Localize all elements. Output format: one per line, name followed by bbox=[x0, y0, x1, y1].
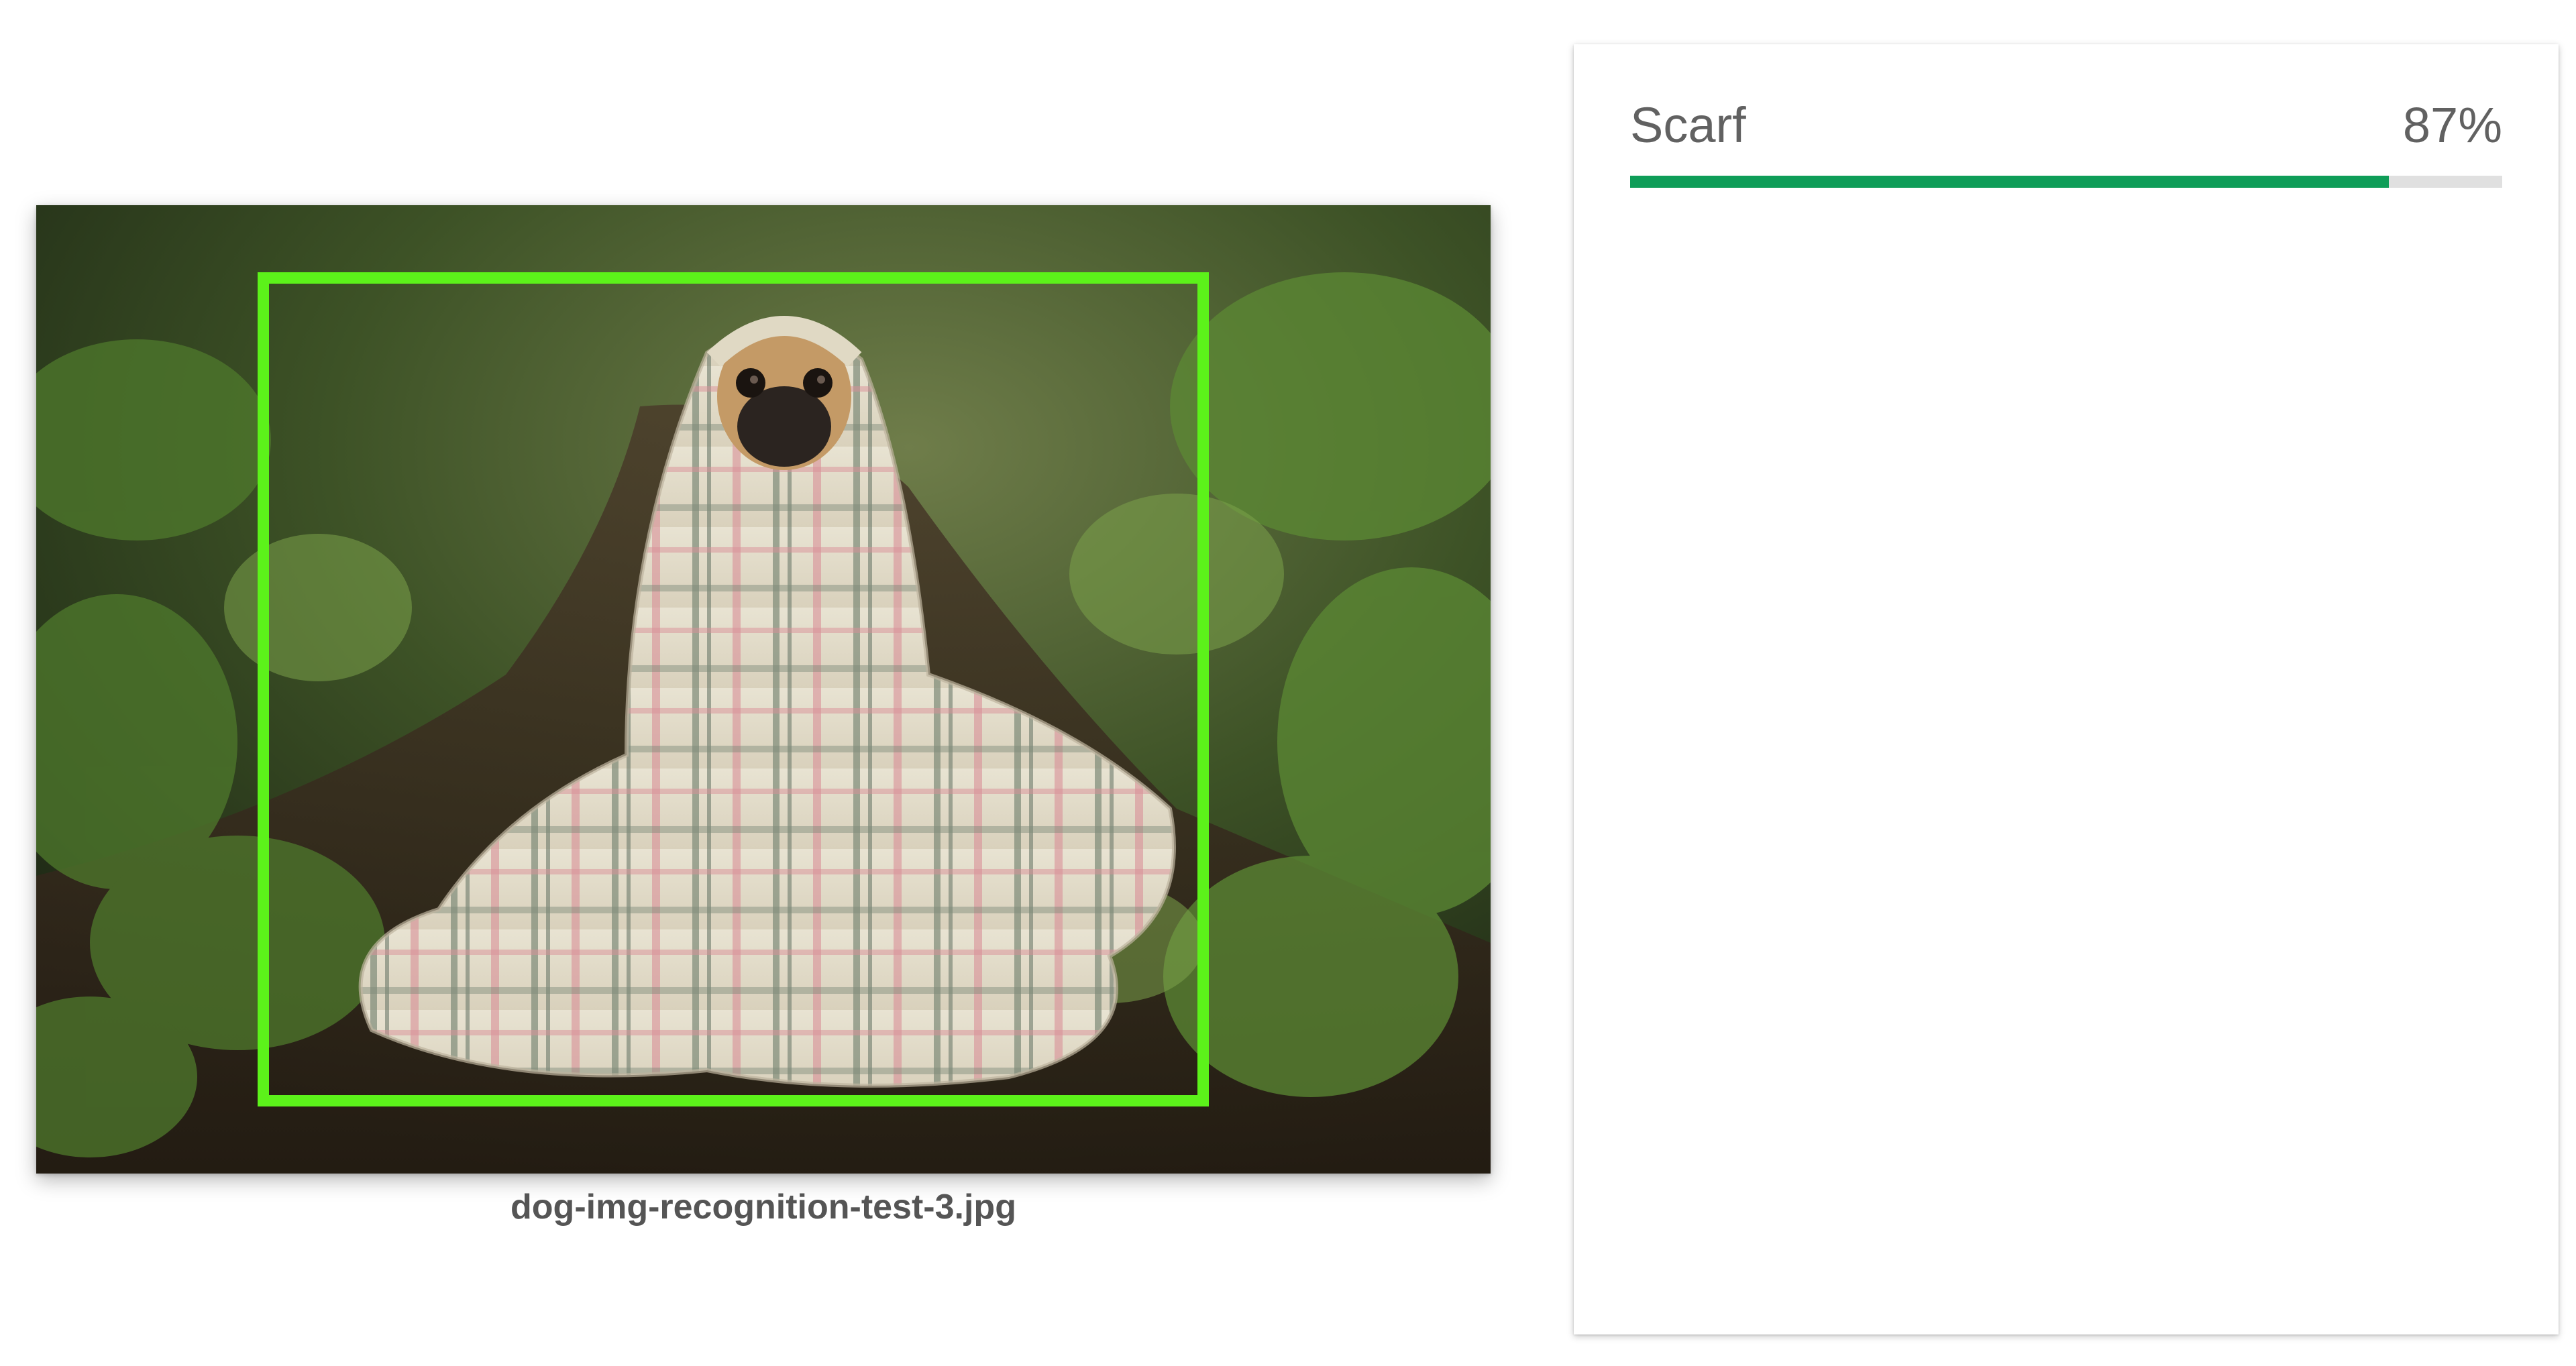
results-panel: Scarf 87% bbox=[1574, 44, 2559, 1334]
confidence-bar-fill bbox=[1630, 176, 2389, 188]
result-confidence: 87% bbox=[2402, 97, 2502, 153]
detection-bounding-box bbox=[258, 272, 1209, 1106]
recognition-view: dog-img-recognition-test-3.jpg Scarf 87% bbox=[0, 0, 2576, 1366]
result-header: Scarf 87% bbox=[1630, 101, 2502, 150]
image-preview bbox=[36, 205, 1491, 1174]
result-item: Scarf 87% bbox=[1630, 101, 2502, 188]
confidence-bar bbox=[1630, 176, 2502, 188]
result-label: Scarf bbox=[1630, 97, 1746, 153]
image-file-name: dog-img-recognition-test-3.jpg bbox=[511, 1188, 1016, 1227]
